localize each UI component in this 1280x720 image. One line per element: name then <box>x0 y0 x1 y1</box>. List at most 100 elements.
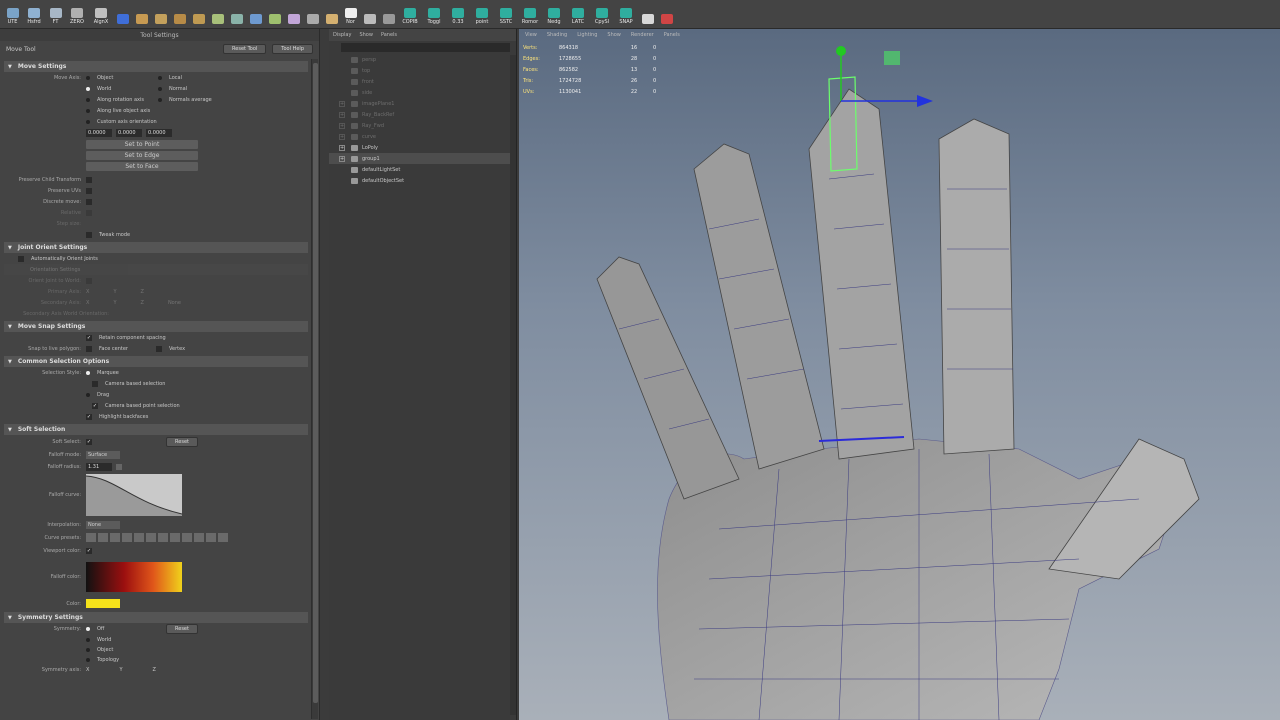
reset-tool-button[interactable]: Reset Tool <box>223 44 267 54</box>
viewport-menu-shading[interactable]: Shading <box>547 32 567 38</box>
outliner-item[interactable]: + imagePlane1 <box>329 98 516 109</box>
curve-preset-icon[interactable] <box>218 533 228 542</box>
shelf-button-16[interactable] <box>323 3 340 25</box>
viewport-3d[interactable]: View Shading Lighting Show Renderer Pane… <box>519 29 1280 720</box>
viewport-menu-renderer[interactable]: Renderer <box>631 32 654 38</box>
expand-plus-icon[interactable]: + <box>339 133 345 140</box>
outliner-item[interactable]: + group1 <box>329 153 516 164</box>
camera-based-checkbox[interactable]: Camera based selection <box>86 380 165 387</box>
shelf-button-0[interactable]: UTE <box>4 3 21 25</box>
curve-preset-icon[interactable] <box>86 533 96 542</box>
shelf-button-8[interactable] <box>171 3 188 25</box>
soft-select-checkbox[interactable]: ✓ <box>86 438 92 445</box>
radio-normals-average[interactable]: Normals average <box>158 97 212 103</box>
radio-drag[interactable]: Drag <box>86 392 109 398</box>
viewport-menu-panels[interactable]: Panels <box>664 32 680 38</box>
shelf-button-31[interactable] <box>658 3 675 25</box>
shelf-button-17[interactable]: Nor <box>342 3 359 25</box>
viewport-menu-lighting[interactable]: Lighting <box>577 32 597 38</box>
shelf-button-7[interactable] <box>152 3 169 25</box>
shelf-button-4[interactable]: AlgnX <box>90 3 112 25</box>
radio-local[interactable]: Local <box>158 75 182 81</box>
shelf-button-25[interactable]: Romor <box>519 3 541 25</box>
outliner-item[interactable]: defaultLightSet <box>329 164 516 175</box>
shelf-button-26[interactable]: Nedg <box>543 3 565 25</box>
set-to-face-button[interactable]: Set to Face <box>86 162 198 171</box>
falloff-color-ramp[interactable] <box>86 562 182 592</box>
section-soft-selection[interactable]: ▼ Soft Selection <box>4 424 308 435</box>
shelf-button-19[interactable] <box>380 3 397 25</box>
viewport-color-checkbox[interactable]: ✓ <box>86 547 92 554</box>
symmetry-reset-button[interactable]: Reset <box>166 624 198 634</box>
falloff-radius-slider[interactable] <box>116 463 122 470</box>
curve-preset-icon[interactable] <box>146 533 156 542</box>
curve-preset-icon[interactable] <box>134 533 144 542</box>
viewport-menu-view[interactable]: View <box>525 32 537 38</box>
viewport-menu-show[interactable]: Show <box>607 32 621 38</box>
custom-axis-z-field[interactable]: 0.0000 <box>146 128 172 137</box>
set-to-edge-button[interactable]: Set to Edge <box>86 151 198 160</box>
shelf-button-12[interactable] <box>247 3 264 25</box>
radio-sym-topology[interactable]: Topology <box>86 657 119 663</box>
shelf-button-22[interactable]: 0.33 <box>447 3 469 25</box>
orient-world-checkbox[interactable] <box>86 277 92 284</box>
scrollbar-thumb[interactable] <box>313 63 318 703</box>
shelf-button-21[interactable]: Toggl <box>423 3 445 25</box>
relative-checkbox[interactable] <box>86 209 92 216</box>
radio-marquee[interactable]: Marquee <box>86 370 119 376</box>
interpolation-dropdown[interactable]: None <box>86 520 120 529</box>
outliner-item[interactable]: front <box>329 76 516 87</box>
section-symmetry[interactable]: ▼ Symmetry Settings <box>4 612 308 623</box>
outliner-item[interactable]: defaultObjectSet <box>329 175 516 186</box>
outliner-scrollbar[interactable] <box>510 55 516 715</box>
curve-preset-icon[interactable] <box>110 533 120 542</box>
radio-sym-world[interactable]: World <box>86 637 111 643</box>
curve-preset-icon[interactable] <box>122 533 132 542</box>
shelf-button-3[interactable]: ZERO <box>66 3 88 25</box>
sym-axis-y[interactable]: Y <box>119 667 122 673</box>
shelf-button-14[interactable] <box>285 3 302 25</box>
outliner-item[interactable]: + Ray_Fwd <box>329 120 516 131</box>
section-move-settings[interactable]: ▼ Move Settings <box>4 61 308 72</box>
hand-mesh[interactable] <box>519 29 1280 720</box>
expand-plus-icon[interactable]: + <box>339 155 345 162</box>
outliner-item[interactable]: top <box>329 65 516 76</box>
radio-sym-object[interactable]: Object <box>86 647 113 653</box>
radio-sym-off[interactable]: Off <box>86 626 166 632</box>
set-to-point-button[interactable]: Set to Point <box>86 140 198 149</box>
outliner-filter-field[interactable] <box>341 43 510 52</box>
curve-preset-icon[interactable] <box>170 533 180 542</box>
custom-axis-y-field[interactable]: 0.0000 <box>116 128 142 137</box>
preserve-child-checkbox[interactable] <box>86 176 92 183</box>
discrete-move-checkbox[interactable] <box>86 198 92 205</box>
shelf-button-28[interactable]: CpySl <box>591 3 613 25</box>
sym-axis-z[interactable]: Z <box>153 667 156 673</box>
shelf-button-24[interactable]: SSTC <box>495 3 517 25</box>
custom-axis-x-field[interactable]: 0.0000 <box>86 128 112 137</box>
shelf-button-11[interactable] <box>228 3 245 25</box>
outliner-item[interactable]: + Ray_BackRef <box>329 109 516 120</box>
expand-plus-icon[interactable]: + <box>339 111 345 118</box>
expand-plus-icon[interactable]: + <box>339 100 345 107</box>
outliner-item[interactable]: side <box>329 87 516 98</box>
outliner-menu-panels[interactable]: Panels <box>381 32 397 38</box>
vertex-checkbox[interactable]: Vertex <box>156 345 185 352</box>
face-center-checkbox[interactable]: Face center <box>86 345 156 352</box>
section-common-selection[interactable]: ▼ Common Selection Options <box>4 356 308 367</box>
shelf-button-30[interactable] <box>639 3 656 25</box>
shelf-button-18[interactable] <box>361 3 378 25</box>
highlight-backface-checkbox[interactable]: ✓ Highlight backfaces <box>86 413 148 420</box>
retain-spacing-checkbox[interactable]: ✓ Retain component spacing <box>86 334 166 341</box>
auto-orient-checkbox[interactable]: Automatically Orient Joints <box>4 255 98 262</box>
shelf-button-13[interactable] <box>266 3 283 25</box>
curve-preset-icon[interactable] <box>182 533 192 542</box>
shelf-button-6[interactable] <box>133 3 150 25</box>
soft-select-reset-button[interactable]: Reset <box>166 436 198 447</box>
shelf-button-27[interactable]: LATC <box>567 3 589 25</box>
preserve-uvs-checkbox[interactable] <box>86 187 92 194</box>
expand-plus-icon[interactable]: + <box>339 144 345 151</box>
curve-preset-icon[interactable] <box>158 533 168 542</box>
falloff-mode-dropdown[interactable]: Surface <box>86 450 120 459</box>
curve-preset-icon[interactable] <box>98 533 108 542</box>
shelf-button-29[interactable]: SNAP <box>615 3 637 25</box>
